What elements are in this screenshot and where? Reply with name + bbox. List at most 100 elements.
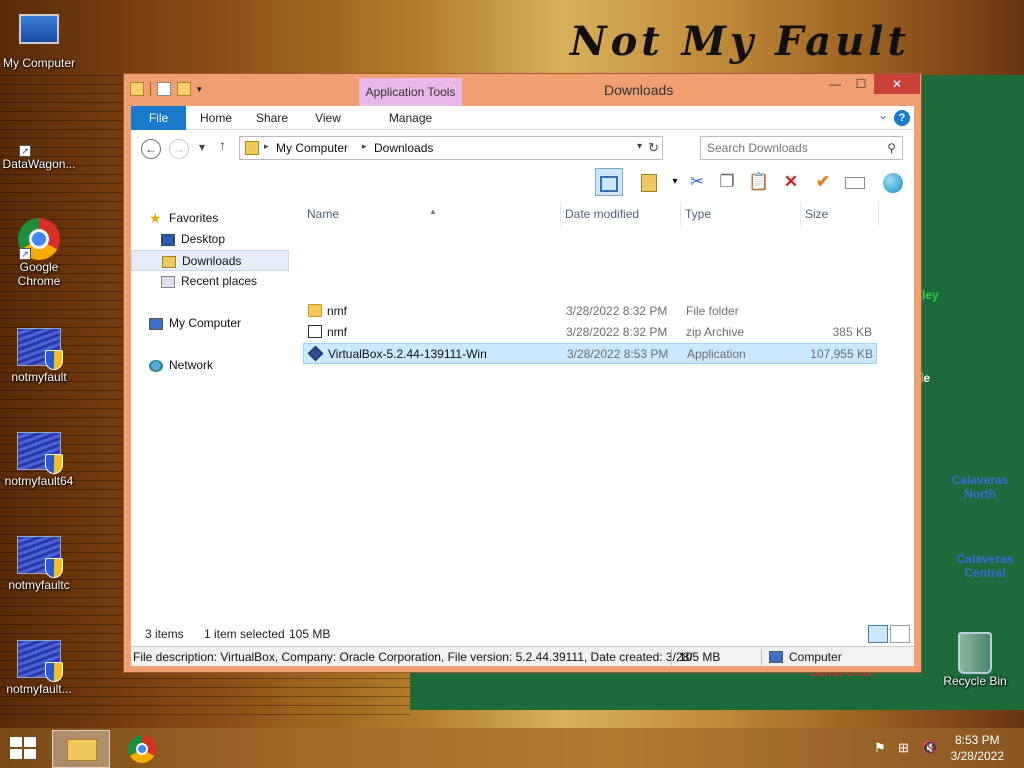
tab-home[interactable]: Home — [193, 106, 239, 130]
column-header-name[interactable]: ▲ Name — [303, 202, 561, 226]
cut-icon[interactable]: ✂ — [683, 168, 711, 196]
chrome-icon — [128, 735, 156, 763]
tab-manage[interactable]: Manage — [359, 106, 462, 130]
column-header-type[interactable]: Type — [681, 202, 801, 226]
nav-favorites[interactable]: ★ Favorites — [131, 208, 289, 229]
desktop-icon-notmyfault-other[interactable]: notmyfault... — [0, 640, 78, 696]
maximize-button[interactable]: ☐ — [848, 74, 874, 94]
app-shield-icon — [17, 432, 63, 474]
address-bar[interactable]: ▸ My Computer ▸ Downloads ▾ ↻ — [239, 136, 663, 160]
tab-file[interactable]: File — [131, 106, 186, 130]
nav-my-computer[interactable]: My Computer — [131, 313, 289, 334]
desktop-icon-notmyfaultc[interactable]: notmyfaultc — [0, 536, 78, 592]
recent-locations-icon[interactable]: ▾ — [199, 140, 205, 154]
window-controls: — ☐ ✕ — [822, 74, 920, 94]
clock-date: 3/28/2022 — [950, 749, 1004, 763]
network-icon — [149, 359, 163, 372]
copy-icon[interactable]: ❐ — [713, 168, 741, 196]
map-label: Calaveras Central — [956, 552, 1014, 580]
nav-label: Desktop — [181, 232, 226, 246]
globe-icon[interactable] — [879, 168, 907, 196]
desktop-icon-label: My Computer — [2, 56, 76, 70]
divider — [671, 649, 672, 665]
properties-icon[interactable] — [635, 168, 663, 196]
properties-icon[interactable] — [157, 82, 171, 96]
taskbar: ⚑ ⊞ 🔇 8:53 PM 3/28/2022 — [0, 728, 1024, 768]
window-title: Downloads — [604, 82, 674, 98]
new-folder-icon[interactable] — [177, 82, 191, 96]
details-view-icon[interactable] — [868, 625, 888, 643]
desktop-icon-my-computer[interactable]: My Computer — [0, 10, 78, 70]
minimize-button[interactable]: — — [822, 74, 848, 94]
up-button[interactable]: ↑ — [219, 137, 226, 153]
recycle-bin-icon — [953, 632, 997, 674]
column-header-size[interactable]: Size — [801, 202, 879, 226]
taskbar-chrome[interactable] — [114, 730, 172, 768]
chevron-down-icon[interactable]: ▾ — [197, 82, 207, 96]
breadcrumb-my-computer[interactable]: My Computer — [276, 141, 348, 155]
nav-desktop[interactable]: Desktop — [131, 229, 289, 250]
map-label: Calaveras North — [951, 473, 1009, 501]
shortcut-arrow-icon: ↗ — [19, 145, 31, 157]
title-bar[interactable]: ▾ Application Tools Downloads — ☐ ✕ — [124, 74, 921, 106]
clock[interactable]: 8:53 PM 3/28/2022 — [951, 732, 1004, 764]
file-date: 3/28/2022 8:32 PM — [566, 304, 668, 318]
desktop-icon-recycle-bin[interactable]: Recycle Bin — [936, 632, 1014, 688]
forward-button[interactable]: → — [169, 139, 189, 159]
nav-network[interactable]: Network — [131, 355, 289, 376]
preview-pane-icon[interactable] — [595, 168, 623, 196]
taskbar-file-explorer[interactable] — [52, 730, 110, 768]
file-row-selected[interactable]: VirtualBox-5.2.44-139111-Win 3/28/2022 8… — [303, 343, 877, 364]
chevron-right-icon[interactable]: ▸ — [362, 141, 367, 152]
action-center-flag-icon[interactable]: ⚑ — [874, 740, 886, 756]
desktop-icon-google-chrome[interactable]: ↗ Google Chrome — [0, 218, 78, 288]
navigation-pane: ★ Favorites Desktop Downloads Recent plac… — [131, 198, 291, 622]
folder-icon — [308, 304, 322, 317]
details-bar: File description: VirtualBox, Company: O… — [131, 646, 914, 666]
file-size-detail: 105 MB — [679, 650, 721, 664]
start-button[interactable] — [10, 737, 38, 761]
nav-recent-places[interactable]: Recent places — [131, 271, 289, 292]
paste-icon[interactable]: 📋 — [745, 168, 773, 196]
desktop-icon-datawagon[interactable]: ↗ DataWagon... — [0, 115, 78, 171]
rename-icon[interactable] — [841, 168, 869, 196]
app-shield-icon — [17, 328, 63, 370]
file-row[interactable]: nmf 3/28/2022 8:32 PM File folder — [303, 301, 877, 322]
desktop-icon-label: notmyfault... — [6, 682, 72, 696]
refresh-icon[interactable]: ↻ — [648, 140, 659, 156]
tab-share[interactable]: Share — [249, 106, 295, 130]
delete-icon[interactable]: ✕ — [777, 168, 805, 196]
file-name: VirtualBox-5.2.44-139111-Win — [328, 347, 487, 361]
explorer-window: ▾ Application Tools Downloads — ☐ ✕ File… — [123, 73, 922, 673]
chrome-icon: ↗ — [17, 218, 61, 260]
network-icon[interactable]: ⊞ — [898, 740, 909, 756]
nav-downloads[interactable]: Downloads — [131, 250, 289, 271]
zip-icon — [308, 325, 322, 338]
file-row[interactable]: nmf 3/28/2022 8:32 PM zip Archive 385 KB — [303, 322, 877, 343]
expand-ribbon-icon[interactable]: ⌄ — [878, 108, 888, 122]
command-toolbar: ▾ ✂ ❐ 📋 ✕ ✔ — [131, 166, 914, 198]
close-button[interactable]: ✕ — [874, 74, 920, 94]
selection-size: 105 MB — [289, 627, 331, 641]
search-input[interactable] — [707, 138, 877, 158]
back-button[interactable]: ← — [141, 139, 161, 159]
desktop-icon-label: notmyfault64 — [4, 474, 74, 488]
content-area: ★ Favorites Desktop Downloads Recent plac… — [131, 198, 914, 622]
column-header-date-modified[interactable]: Date modified — [561, 202, 681, 226]
tab-view[interactable]: View — [305, 106, 351, 130]
nav-label: Favorites — [169, 211, 219, 225]
desktop-icon-label: notmyfault — [11, 370, 67, 384]
downloads-folder-icon — [162, 255, 176, 268]
speaker-muted-icon[interactable]: 🔇 — [922, 740, 938, 756]
checkmark-icon[interactable]: ✔ — [809, 168, 837, 196]
breadcrumb-downloads[interactable]: Downloads — [374, 141, 433, 155]
desktop-icon-notmyfault[interactable]: notmyfault — [0, 328, 78, 384]
desktop-icon-notmyfault64[interactable]: notmyfault64 — [0, 432, 78, 488]
search-icon[interactable]: ⚲ — [887, 141, 896, 155]
folder-icon[interactable] — [130, 82, 144, 96]
chevron-right-icon[interactable]: ▸ — [264, 141, 269, 152]
help-icon[interactable]: ? — [894, 110, 910, 126]
large-icons-view-icon[interactable] — [890, 625, 910, 643]
datawagon-icon: ↗ — [17, 115, 61, 157]
chevron-down-icon[interactable]: ▾ — [637, 141, 642, 152]
